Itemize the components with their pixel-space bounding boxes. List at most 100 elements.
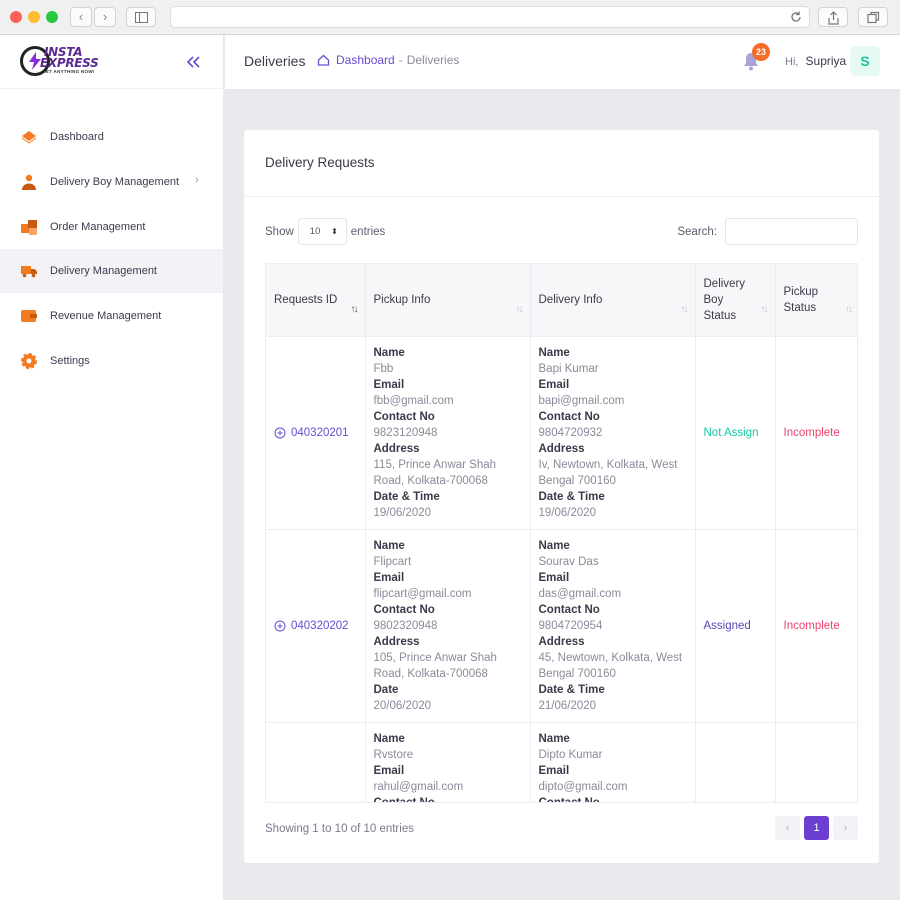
table-header-row: Requests ID ↑↓ Pickup Info ↑↓ Delivery I…	[266, 264, 857, 337]
back-button[interactable]: ‹	[70, 7, 92, 27]
column-header-request-id[interactable]: Requests ID ↑↓	[266, 264, 366, 337]
search-input[interactable]	[725, 218, 858, 245]
sidebar: INSTA EXPRESS GET ANYTHING NOW! Dashboar…	[0, 35, 224, 900]
delivery-info-cell: Name Dipto Kumar Email dipto@gmail.com C…	[530, 722, 696, 802]
request-id-cell: 040320202	[266, 529, 366, 723]
pickup-status-cell: Incomplete	[775, 529, 857, 723]
breadcrumb-current: Deliveries	[406, 53, 460, 67]
pagination: ‹ 1 ›	[771, 816, 858, 840]
pickup-info-cell: Name Flipcart Email flipcart@gmail.com C…	[365, 529, 531, 723]
expand-plus-icon[interactable]	[274, 427, 286, 439]
browser-toolbar: ‹ ›	[0, 0, 900, 35]
reload-icon[interactable]	[789, 10, 803, 24]
delivery-boy-status-cell: Assigned	[695, 529, 776, 723]
maximize-window-icon[interactable]	[46, 11, 58, 23]
sort-icon: ↑↓	[680, 304, 689, 315]
avatar[interactable]: S	[850, 46, 880, 76]
page-length-control: Show 10 ⬍ entries	[265, 218, 385, 245]
address-bar[interactable]	[170, 6, 810, 28]
sidebar-item-revenue-management[interactable]: Revenue Management	[0, 294, 223, 338]
sidebar-toggle-button[interactable]	[126, 7, 156, 27]
sort-icon: ↑↓	[845, 304, 853, 315]
request-id-cell	[266, 722, 366, 802]
status-badge: Assigned	[703, 619, 751, 632]
next-page-button[interactable]: ›	[833, 816, 858, 840]
sidebar-item-label: Order Management	[50, 220, 146, 233]
request-id-link[interactable]: 040320201	[274, 425, 357, 441]
table-info: Showing 1 to 10 of 10 entries	[265, 823, 414, 835]
sidebar-icon	[135, 12, 148, 23]
pickup-status-cell: Incomplete	[775, 336, 857, 530]
status-badge: Incomplete	[783, 426, 840, 439]
card-header: Delivery Requests	[244, 130, 879, 197]
delivery-info-cell: Name Sourav Das Email das@gmail.com Cont…	[530, 529, 696, 723]
table-row: 040320202 Name Flipcart Email flipcart@g…	[266, 529, 857, 723]
request-id-cell: 040320201	[266, 336, 366, 530]
table-search: Search:	[677, 218, 858, 245]
greeting-text: Hi,	[785, 56, 799, 68]
page-length-select[interactable]: 10 ⬍	[297, 218, 347, 245]
sidebar-item-dashboard[interactable]: Dashboard	[0, 115, 223, 159]
page-button-current[interactable]: 1	[804, 816, 829, 840]
forward-button[interactable]: ›	[94, 7, 116, 27]
logo-tagline: GET ANYTHING NOW!	[42, 69, 95, 74]
request-id-link[interactable]: 040320202	[274, 618, 357, 634]
sort-icon: ↑↓	[350, 304, 359, 315]
card-title: Delivery Requests	[265, 155, 375, 170]
pickup-info-cell: Name Fbb Email fbb@gmail.com Contact No …	[365, 336, 531, 530]
boxes-icon	[19, 217, 39, 237]
close-window-icon[interactable]	[10, 11, 22, 23]
delivery-boy-icon	[19, 172, 39, 192]
sidebar-item-label: Delivery Management	[50, 265, 157, 278]
diamond-icon	[19, 127, 39, 147]
page-length-value: 10	[309, 226, 321, 237]
minimize-window-icon[interactable]	[28, 11, 40, 23]
top-header: Deliveries Dashboard - Deliveries 23 Hi,…	[225, 35, 900, 89]
pickup-status-cell	[775, 722, 857, 802]
table-row: 040320201 Name Fbb Email fbb@gmail.com C…	[266, 336, 857, 530]
sort-icon: ↑↓	[515, 304, 524, 315]
breadcrumb-dashboard-link[interactable]: Dashboard	[336, 53, 395, 67]
column-header-pickup-info[interactable]: Pickup Info ↑↓	[365, 264, 531, 337]
logo-line2: EXPRESS	[40, 56, 99, 70]
sidebar-menu: Dashboard Delivery Boy Management › Orde…	[0, 115, 223, 384]
table-row: Name Rvstore Email rahul@gmail.com Conta…	[266, 722, 857, 802]
sidebar-item-delivery-boy-management[interactable]: Delivery Boy Management ›	[0, 160, 223, 204]
logo[interactable]: INSTA EXPRESS GET ANYTHING NOW!	[20, 45, 112, 79]
delivery-boy-status-cell	[695, 722, 776, 802]
page-title: Deliveries	[244, 53, 306, 69]
column-header-pickup-status[interactable]: Pickup Status ↑↓	[775, 264, 857, 337]
delivery-table: Requests ID ↑↓ Pickup Info ↑↓ Delivery I…	[266, 264, 857, 802]
status-badge: Incomplete	[783, 619, 840, 632]
sidebar-item-delivery-management[interactable]: Delivery Management	[0, 249, 223, 294]
breadcrumb: Dashboard - Deliveries	[317, 53, 459, 67]
column-header-delivery-info[interactable]: Delivery Info ↑↓	[530, 264, 696, 337]
show-label: Show	[265, 225, 294, 238]
collapse-sidebar-icon[interactable]	[184, 53, 202, 71]
sidebar-item-label: Revenue Management	[50, 310, 162, 323]
share-button[interactable]	[818, 7, 848, 27]
home-icon[interactable]	[317, 54, 330, 66]
delivery-table-container[interactable]: Requests ID ↑↓ Pickup Info ↑↓ Delivery I…	[265, 263, 858, 803]
previous-page-button[interactable]: ‹	[775, 816, 800, 840]
sidebar-item-settings[interactable]: Settings	[0, 339, 223, 383]
status-badge: Not Assign	[703, 426, 759, 439]
delivery-info-cell: Name Bapi Kumar Email bapi@gmail.com Con…	[530, 336, 696, 530]
sort-icon: ↑↓	[760, 304, 769, 315]
notification-badge: 23	[752, 43, 770, 61]
breadcrumb-separator: -	[398, 53, 403, 67]
sidebar-item-label: Delivery Boy Management	[50, 175, 180, 188]
chevron-right-icon: ›	[195, 173, 199, 186]
share-icon	[828, 11, 839, 25]
tabs-overview-button[interactable]	[858, 7, 888, 27]
sidebar-item-label: Settings	[50, 354, 90, 367]
sidebar-item-label: Dashboard	[50, 131, 104, 143]
sidebar-item-order-management[interactable]: Order Management	[0, 205, 223, 249]
entries-label: entries	[350, 225, 386, 238]
user-greeting[interactable]: Hi, Supriya	[785, 54, 846, 68]
column-header-delivery-boy-status[interactable]: Delivery Boy Status ↑↓	[695, 264, 776, 337]
user-name: Supriya	[805, 54, 847, 68]
expand-plus-icon[interactable]	[274, 620, 286, 632]
tabs-icon	[867, 11, 880, 24]
sort-arrows-icon: ⬍	[331, 227, 338, 236]
